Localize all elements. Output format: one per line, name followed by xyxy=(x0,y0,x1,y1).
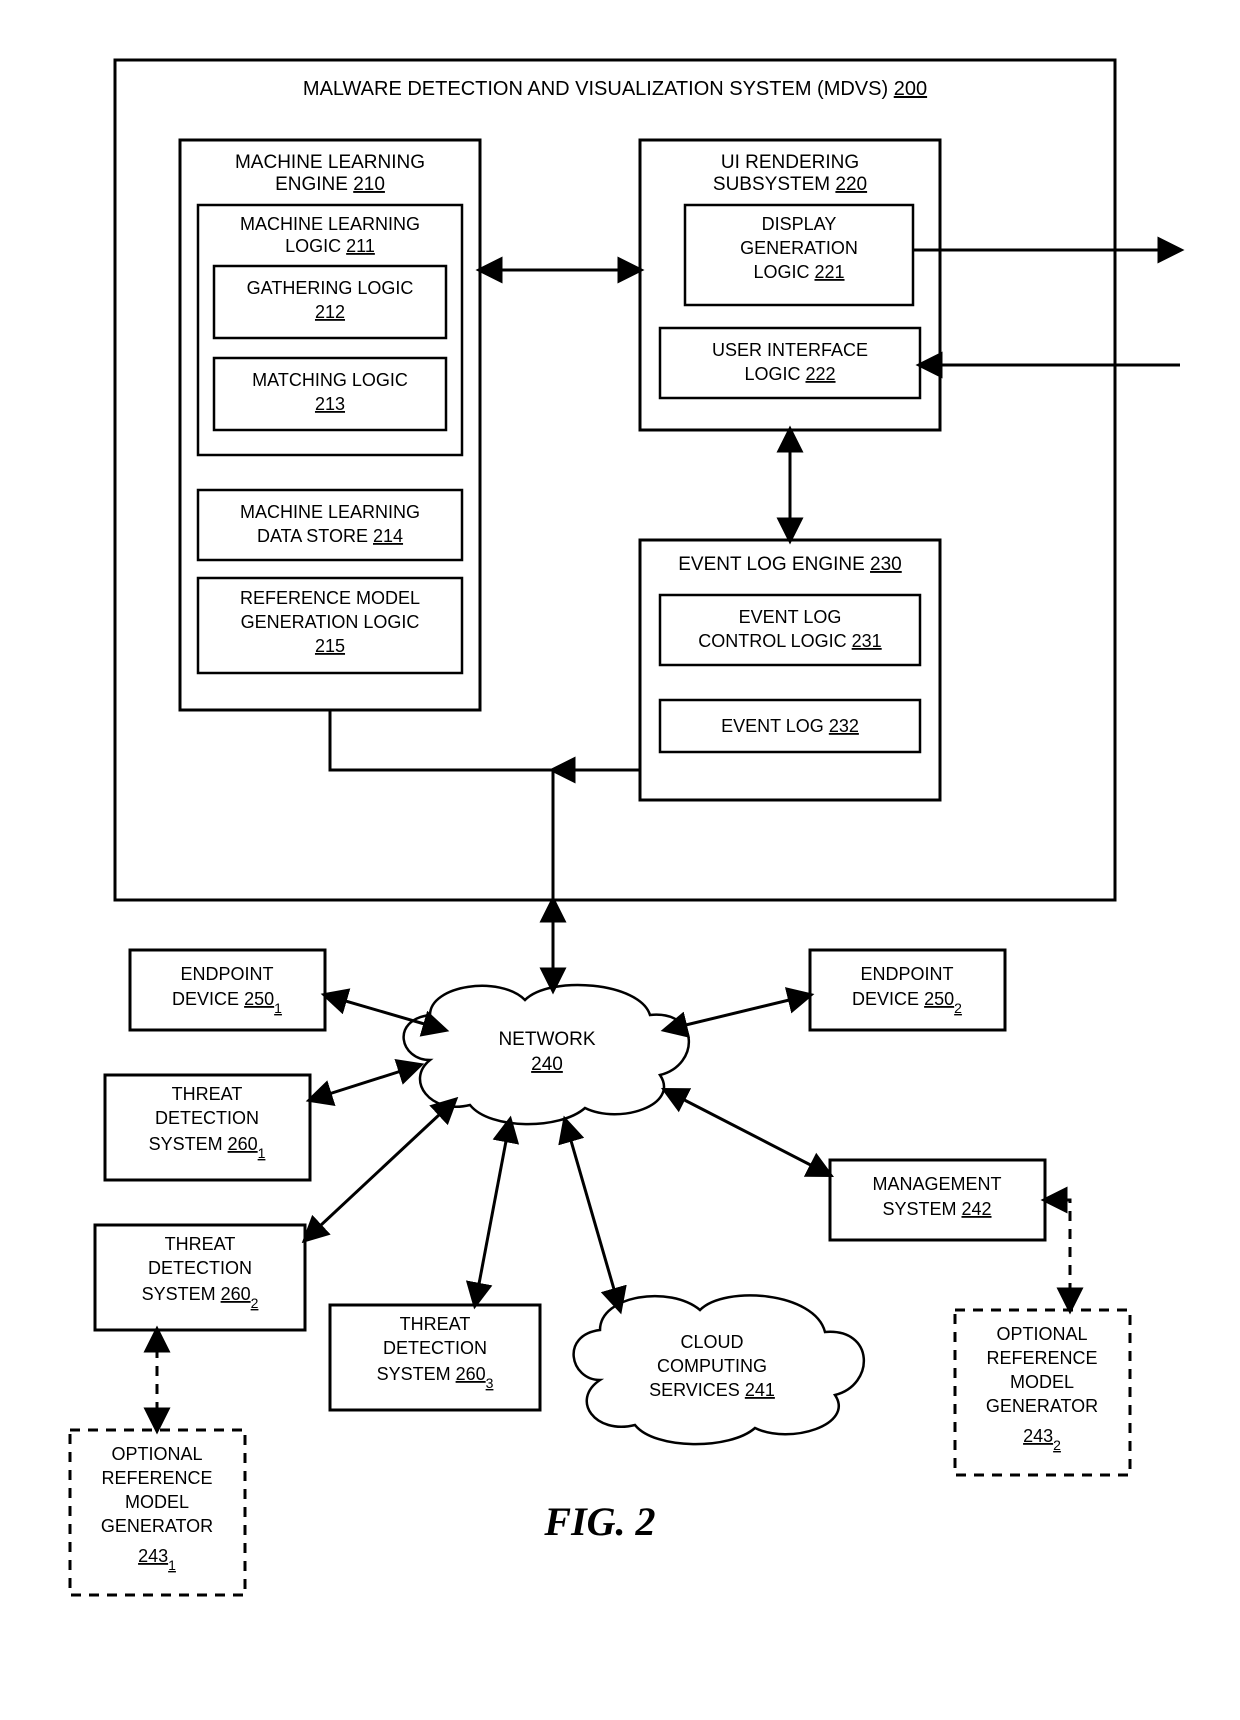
ml-engine-title-l2: ENGINE 210 xyxy=(275,174,385,195)
ui-sub-title-l1: UI RENDERING xyxy=(721,152,859,173)
endpoint2-l1: ENDPOINT xyxy=(860,964,953,984)
cloud-l2: COMPUTING xyxy=(657,1356,767,1376)
display-gen-l1: DISPLAY xyxy=(762,214,837,234)
mgmt-l2: SYSTEM 242 xyxy=(882,1199,991,1219)
diagram-canvas: MALWARE DETECTION AND VISUALIZATION SYST… xyxy=(0,0,1240,1720)
mdvs-title: MALWARE DETECTION AND VISUALIZATION SYST… xyxy=(303,78,927,100)
evt-engine-title: EVENT LOG ENGINE 230 xyxy=(678,554,902,575)
optref1-l3: MODEL xyxy=(125,1492,189,1512)
display-gen-l3: LOGIC 221 xyxy=(753,262,844,282)
optref2-l1: OPTIONAL xyxy=(996,1324,1087,1344)
threat2-l1: THREAT xyxy=(165,1234,236,1254)
display-gen-l2: GENERATION xyxy=(740,238,858,258)
evt-ctrl-l2: CONTROL LOGIC 231 xyxy=(698,631,881,651)
ml-engine-title-l1: MACHINE LEARNING xyxy=(235,152,425,173)
optref2-l2: REFERENCE xyxy=(986,1348,1097,1368)
gathering-ref: 212 xyxy=(315,302,345,322)
event-engine-box xyxy=(640,540,940,800)
network-title: NETWORK xyxy=(498,1029,595,1050)
ui-logic-l2: LOGIC 222 xyxy=(744,364,835,384)
evt-ctrl-l1: EVENT LOG xyxy=(739,607,842,627)
cloud-l3: SERVICES 241 xyxy=(649,1380,775,1400)
matching-title: MATCHING LOGIC xyxy=(252,370,408,390)
event-ctrl-box xyxy=(660,595,920,665)
endpoint1-l1: ENDPOINT xyxy=(180,964,273,984)
matching-ref: 213 xyxy=(315,394,345,414)
evt-log-title: EVENT LOG 232 xyxy=(721,716,859,736)
optref2-l3: MODEL xyxy=(1010,1372,1074,1392)
network-ref: 240 xyxy=(531,1054,563,1075)
optref1-l1: OPTIONAL xyxy=(111,1444,202,1464)
refmodel-title-l2: GENERATION LOGIC xyxy=(241,612,420,632)
ml-logic-title-l1: MACHINE LEARNING xyxy=(240,214,420,234)
optref2-l4: GENERATOR xyxy=(986,1396,1098,1416)
mgmt-l1: MANAGEMENT xyxy=(872,1174,1001,1194)
refmodel-title-l1: REFERENCE MODEL xyxy=(240,588,420,608)
cloud-services: CLOUD COMPUTING SERVICES 241 xyxy=(574,1295,864,1444)
optref1-l2: REFERENCE xyxy=(101,1468,212,1488)
ml-store-title-l2: DATA STORE 214 xyxy=(257,526,403,546)
threat1-l2: DETECTION xyxy=(155,1108,259,1128)
threat1-l1: THREAT xyxy=(172,1084,243,1104)
figure-label: FIG. 2 xyxy=(543,1499,655,1544)
threat2-l2: DETECTION xyxy=(148,1258,252,1278)
refmodel-ref: 215 xyxy=(315,636,345,656)
cloud-l1: CLOUD xyxy=(680,1332,743,1352)
ui-logic-box xyxy=(660,328,920,398)
ui-sub-title-l2: SUBSYSTEM 220 xyxy=(713,174,867,195)
ml-logic-title-l2: LOGIC 211 xyxy=(285,236,375,256)
optref1-l4: GENERATOR xyxy=(101,1516,213,1536)
threat3-l2: DETECTION xyxy=(383,1338,487,1358)
ml-store-title-l1: MACHINE LEARNING xyxy=(240,502,420,522)
network-cloud: NETWORK 240 xyxy=(404,985,689,1124)
ml-store-box xyxy=(198,490,462,560)
gathering-title: GATHERING LOGIC xyxy=(247,278,414,298)
ui-logic-l1: USER INTERFACE xyxy=(712,340,868,360)
threat3-l1: THREAT xyxy=(400,1314,471,1334)
